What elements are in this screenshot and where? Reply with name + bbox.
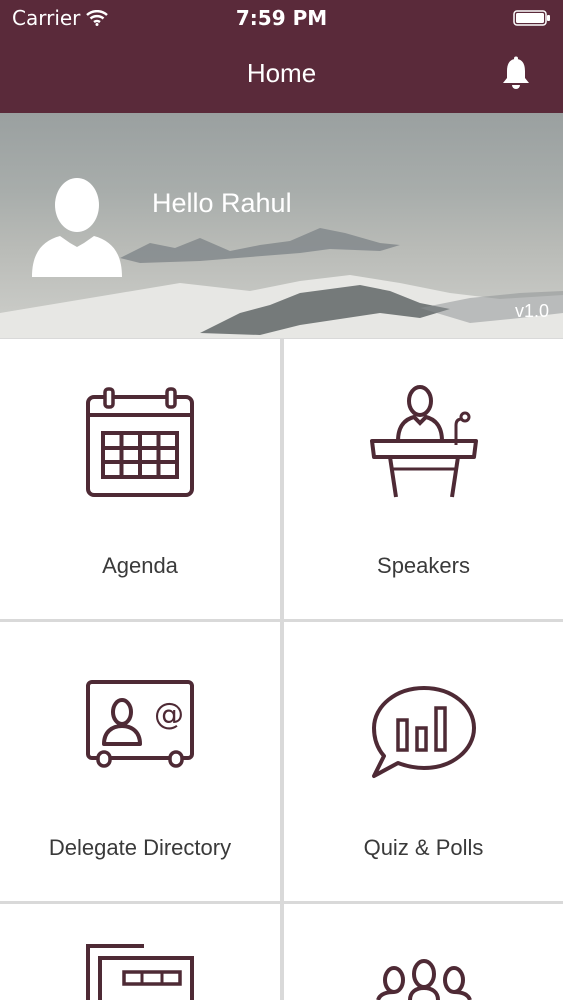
menu-label: Speakers xyxy=(377,553,470,578)
documents-icon xyxy=(86,944,194,1000)
greeting: Hello Rahul xyxy=(152,188,292,218)
version-label: v1.0 xyxy=(514,301,549,321)
svg-text:@: @ xyxy=(154,697,184,732)
menu-item-agenda[interactable]: Agenda xyxy=(0,339,280,619)
status-bar: Carrier 7:59 PM xyxy=(0,0,563,36)
page-title: Home xyxy=(246,58,317,88)
menu-label: Agenda xyxy=(102,553,178,578)
menu-label: Quiz & Polls xyxy=(363,835,484,860)
bell-icon[interactable] xyxy=(501,56,531,92)
menu-item-quiz-polls[interactable]: Quiz & Polls xyxy=(284,622,563,901)
status-time: 7:59 PM xyxy=(235,6,328,30)
group-icon xyxy=(375,959,472,1000)
menu-item-documents[interactable] xyxy=(0,904,280,1000)
menu-item-group[interactable] xyxy=(284,904,563,1000)
podium-speaker-icon xyxy=(369,385,478,498)
calendar-icon xyxy=(86,387,194,497)
navigation-bar: Home xyxy=(0,36,563,113)
poll-bubble-icon xyxy=(371,686,476,778)
menu-grid: Agenda Speakers @ Delegate Directory Qui… xyxy=(0,338,563,1000)
avatar[interactable] xyxy=(30,173,124,277)
profile-header: Hello Rahul v1.0 xyxy=(0,113,563,338)
contact-card-icon: @ xyxy=(86,680,194,768)
battery-icon xyxy=(513,10,550,26)
menu-label: Delegate Directory xyxy=(48,835,232,860)
menu-item-delegate-directory[interactable]: @ Delegate Directory xyxy=(0,622,280,901)
menu-item-speakers[interactable]: Speakers xyxy=(284,339,563,619)
